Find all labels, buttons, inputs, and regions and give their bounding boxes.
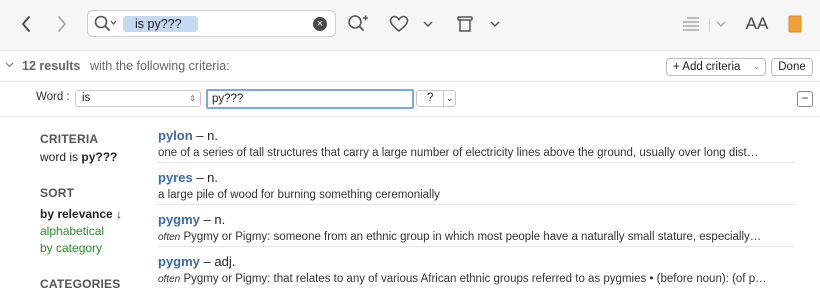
chevron-down-icon[interactable] [714, 16, 728, 32]
sort-heading: SORT [40, 186, 75, 200]
entry-head: pygmy – n. [158, 212, 225, 227]
entry-definition-text: one of a series of tall structures that … [158, 147, 759, 159]
criteria-row: Word : is ⇕ py??? ? ⌄ − [0, 82, 820, 117]
sort-by-relevance[interactable]: by relevance ↓ [40, 207, 122, 221]
results-header: 12 results with the following criteria: … [0, 51, 820, 82]
wildcard-select[interactable]: ? ⌄ [416, 90, 456, 107]
field-label: Word : [36, 91, 70, 103]
entry-head: pylon – n. [158, 128, 218, 143]
list-item[interactable]: pygmy – adj. often Pygmy or Pigmy: that … [158, 248, 794, 288]
entry-word[interactable]: pyres [158, 170, 193, 185]
list-item[interactable]: pygmy – n. often Pygmy or Pigmy: someone… [158, 206, 794, 247]
entry-usage: often [158, 232, 181, 243]
list-item[interactable]: pyres – n. a large pile of wood for burn… [158, 164, 794, 205]
search-field[interactable]: is py??? × [87, 10, 336, 37]
criteria-prefix: word is [40, 150, 79, 164]
entry-definition-text: Pygmy or Pigmy: that relates to any of v… [183, 273, 767, 285]
entry-usage: often [158, 274, 181, 285]
clear-icon[interactable]: × [313, 17, 327, 31]
bookmark-icon[interactable] [786, 13, 804, 35]
operator-value: is [82, 92, 91, 104]
entry-word[interactable]: pygmy [158, 254, 200, 269]
entry-head: pyres – n. [158, 170, 218, 185]
chevron-down-icon: ⌄ [753, 62, 760, 71]
query-input[interactable]: py??? [206, 89, 414, 109]
entry-definition: often Pygmy or Pigmy: that relates to an… [158, 273, 794, 285]
entry-definition: a large pile of wood for burning somethi… [158, 189, 794, 201]
entry-word[interactable]: pygmy [158, 212, 200, 227]
criteria-value: py??? [81, 150, 118, 164]
entry-pos: – adj. [203, 254, 236, 269]
indent-icon[interactable] [680, 14, 702, 34]
done-label: Done [778, 61, 806, 73]
chevron-down-icon[interactable] [488, 16, 502, 32]
categories-heading: CATEGORIES [40, 277, 121, 291]
trash-icon[interactable] [454, 13, 476, 35]
results-criteria-text: with the following criteria: [90, 59, 230, 73]
entry-pos: – n. [203, 212, 226, 227]
updown-arrows-icon: ⇕ [189, 94, 196, 103]
add-criteria-label: + Add criteria [673, 61, 741, 73]
entry-pos: – n. [196, 170, 219, 185]
entry-word[interactable]: pylon [158, 128, 193, 143]
toolbar-divider [709, 18, 710, 32]
entry-definition-text: Pygmy or Pigmy: someone from an ethnic g… [183, 231, 762, 243]
collapse-caret-icon[interactable] [5, 60, 14, 70]
entry-head: pygmy – adj. [158, 254, 235, 269]
text-size-icon[interactable]: AA [744, 12, 770, 36]
chevron-down-icon: ⌄ [443, 91, 455, 106]
add-criteria-button[interactable]: + Add criteria ⌄ [666, 58, 766, 76]
sort-by-category[interactable]: by category [40, 241, 102, 255]
chevron-down-icon[interactable] [421, 16, 435, 32]
zoom-in-icon[interactable] [346, 13, 370, 35]
wildcard-value: ? [427, 92, 434, 104]
text-size-label: AA [745, 14, 769, 33]
results-count: 12 results [22, 59, 81, 73]
toolbar: is py??? × AA [0, 0, 820, 51]
criteria-heading: CRITERIA [40, 132, 99, 146]
entry-pos: – n. [196, 128, 218, 143]
forward-icon[interactable] [52, 12, 72, 36]
list-item[interactable]: pylon – n. one of a series of tall struc… [158, 122, 794, 163]
operator-select[interactable]: is ⇕ [75, 90, 201, 107]
entry-definition: one of a series of tall structures that … [158, 147, 794, 159]
heart-icon[interactable] [387, 13, 411, 35]
back-icon[interactable] [16, 12, 36, 36]
done-button[interactable]: Done [771, 58, 813, 76]
search-icon[interactable] [94, 15, 118, 36]
sort-alphabetical[interactable]: alphabetical [40, 224, 104, 238]
criteria-summary: word is py??? [40, 150, 117, 164]
entry-definition: often Pygmy or Pigmy: someone from an et… [158, 231, 794, 243]
entry-definition-text: a large pile of wood for burning somethi… [158, 189, 440, 201]
remove-criteria-button[interactable]: − [797, 91, 813, 107]
search-token[interactable]: is py??? [123, 16, 198, 32]
